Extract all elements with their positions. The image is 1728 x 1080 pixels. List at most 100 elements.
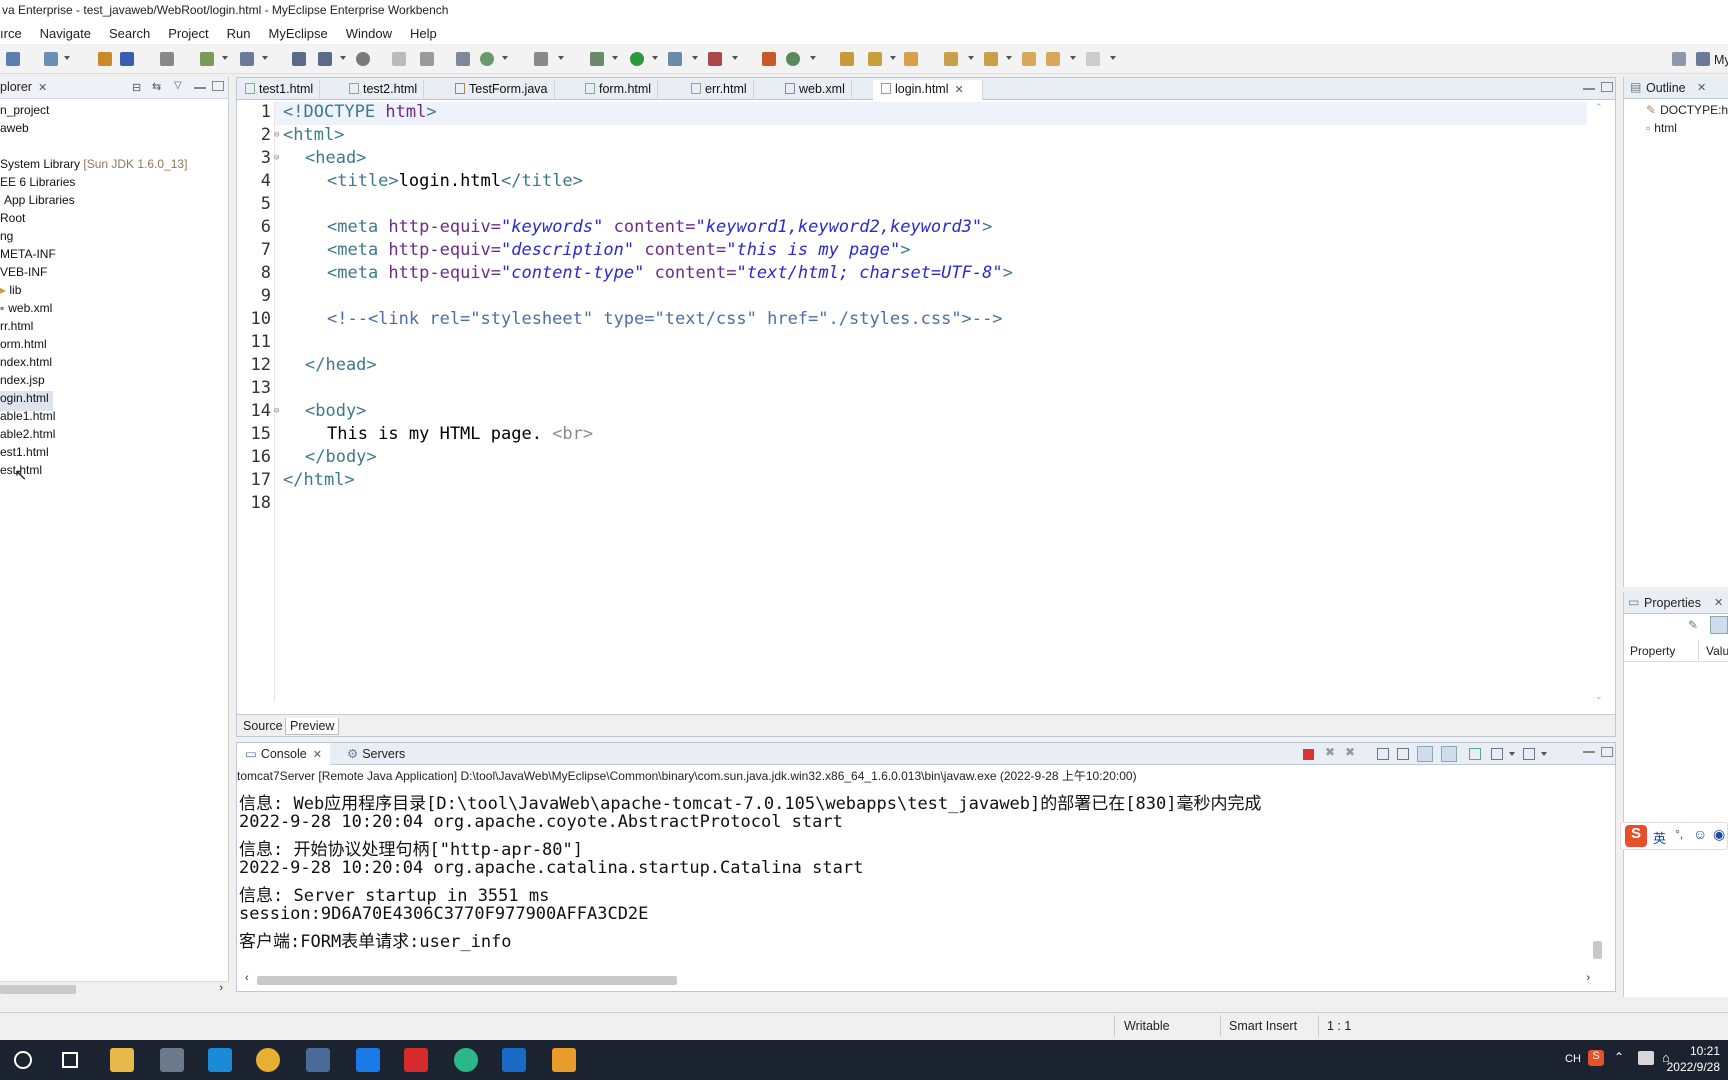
open-type-icon[interactable]	[292, 52, 306, 66]
scroll-right-icon[interactable]: ›	[219, 982, 223, 994]
new-class-icon[interactable]	[786, 52, 800, 66]
menu-source[interactable]: ırce	[0, 26, 31, 41]
search-icon[interactable]	[14, 1051, 32, 1069]
tab-web-xml[interactable]: web.xml	[777, 80, 852, 100]
tray-clock[interactable]: 10:21 2022/9/28	[1667, 1043, 1720, 1075]
forward-dropdown-icon[interactable]	[1110, 56, 1116, 60]
show-on-error-icon[interactable]	[1441, 746, 1457, 762]
open-perspective-icon[interactable]	[1672, 52, 1686, 66]
menu-project[interactable]: Project	[159, 26, 217, 41]
outline-item[interactable]: ✎ DOCTYPE:h	[1646, 103, 1728, 117]
image-icon[interactable]	[456, 52, 470, 66]
tree-item[interactable]: n_project	[0, 103, 49, 123]
tray-battery-icon[interactable]	[1638, 1051, 1654, 1065]
tree-item[interactable]: able1.html	[0, 409, 55, 429]
search-icon[interactable]	[868, 52, 882, 66]
menu-help[interactable]: Help	[401, 26, 446, 41]
menu-run[interactable]: Run	[218, 26, 260, 41]
task-view-icon[interactable]	[62, 1052, 78, 1068]
tab-servers[interactable]: ⚙ Servers	[347, 746, 405, 761]
remove-all-icon[interactable]: ✖	[1345, 745, 1355, 759]
explorer-tab[interactable]: plorer ✕	[0, 80, 47, 94]
sogou-icon[interactable]: S	[1625, 825, 1647, 847]
external-tools-icon[interactable]	[708, 52, 722, 66]
scrollbar-thumb[interactable]	[1593, 941, 1602, 959]
wps-icon[interactable]	[404, 1048, 428, 1072]
new-class-dropdown-icon[interactable]	[810, 56, 816, 60]
external-tools-dropdown-icon[interactable]	[732, 56, 738, 60]
search-dropdown-icon[interactable]	[890, 56, 896, 60]
myeclipse-icon[interactable]	[306, 1048, 330, 1072]
tree-item[interactable]: Root	[0, 211, 25, 231]
new-icon[interactable]	[44, 52, 58, 66]
code-editor[interactable]: 1 <!DOCTYPE html> 2 ⊖ <html> 3 ⊖ <head> 4 <tit…	[237, 102, 1587, 702]
editor-vertical-scrollbar[interactable]: ⌃ ⌄	[1593, 102, 1607, 702]
property-column-header[interactable]: Property	[1630, 644, 1675, 658]
prev-annotation-icon[interactable]	[984, 52, 998, 66]
run-icon[interactable]	[630, 52, 644, 66]
categories-icon[interactable]	[1710, 616, 1728, 634]
menu-search[interactable]: Search	[100, 26, 159, 41]
myeclipse-perspective-icon[interactable]	[1696, 52, 1710, 66]
tree-item[interactable]: ndex.jsp	[0, 373, 45, 393]
link-editor-icon[interactable]: ⇆	[152, 80, 161, 93]
calculator-icon[interactable]	[160, 1048, 184, 1072]
open-console-dropdown-icon[interactable]	[1541, 752, 1547, 756]
tree-item[interactable]: App Libraries	[4, 193, 75, 213]
perspective-label[interactable]: My	[1714, 53, 1728, 67]
scroll-left-icon[interactable]: ‹	[245, 972, 249, 984]
maximize-icon[interactable]	[1601, 82, 1613, 92]
tree-item[interactable]: ▸ lib	[0, 283, 21, 303]
view-menu-icon[interactable]: ▽	[174, 80, 182, 91]
explorer-horizontal-scrollbar[interactable]: ›	[0, 981, 229, 997]
tree-item[interactable]: rr.html	[0, 319, 33, 339]
microphone-icon[interactable]: ◉	[1713, 826, 1725, 843]
chrome-icon[interactable]	[256, 1048, 280, 1072]
tree-item[interactable]: ▪ web.xml	[0, 301, 52, 321]
run-server-dropdown-icon[interactable]	[262, 56, 268, 60]
prev-annotation-dropdown-icon[interactable]	[1006, 56, 1012, 60]
last-edit-icon[interactable]	[1022, 52, 1036, 66]
maximize-icon[interactable]	[1601, 747, 1613, 757]
tab-login-html[interactable]: login.html ✕	[873, 80, 983, 100]
editor-horizontal-scrollbar[interactable]	[277, 700, 1577, 714]
tab-source[interactable]: Source	[239, 718, 287, 734]
close-tab-icon[interactable]: ✕	[955, 84, 964, 96]
ime-toolbar[interactable]: S 英 °, ☺ ◉	[1620, 822, 1728, 850]
clear-console-icon[interactable]	[1377, 748, 1389, 760]
app-s-icon[interactable]	[208, 1048, 232, 1072]
box-app-icon[interactable]	[552, 1048, 576, 1072]
tab-testform-java[interactable]: TestForm.java	[447, 80, 555, 100]
tree-item[interactable]: est1.html	[0, 445, 49, 465]
tab-preview[interactable]: Preview	[285, 718, 340, 735]
back-icon[interactable]	[1046, 52, 1060, 66]
close-icon[interactable]: ✕	[1697, 81, 1706, 94]
value-column-header[interactable]: Valu	[1706, 644, 1728, 658]
collapse-all-icon[interactable]: ⊟	[132, 81, 141, 94]
close-icon[interactable]: ✕	[38, 82, 47, 94]
browser-dropdown-icon[interactable]	[502, 56, 508, 60]
next-annotation-dropdown-icon[interactable]	[968, 56, 974, 60]
tree-item[interactable]: System Library [Sun JDK 1.6.0_13]	[0, 157, 187, 177]
outline-title[interactable]: Outline	[1646, 81, 1686, 95]
tab-console[interactable]: ▭ Console ✕	[237, 743, 330, 765]
tree-item[interactable]: ndex.html	[0, 355, 52, 375]
terminate-icon[interactable]	[1303, 749, 1314, 760]
annotation-icon[interactable]	[904, 52, 918, 66]
debug-dropdown-icon[interactable]	[612, 56, 618, 60]
display-console-icon[interactable]	[1491, 748, 1503, 760]
tree-item[interactable]: EE 6 Libraries	[0, 175, 75, 195]
close-icon[interactable]: ✕	[1714, 596, 1723, 609]
new-java-project-icon[interactable]	[762, 52, 776, 66]
emoji-icon[interactable]: ☺	[1693, 826, 1707, 842]
minimize-icon[interactable]	[1583, 751, 1595, 753]
tree-item[interactable]: able2.html	[0, 427, 55, 447]
tray-input-language[interactable]: CH	[1565, 1053, 1581, 1065]
package-icon[interactable]	[98, 52, 112, 66]
scrollbar-thumb[interactable]	[0, 985, 76, 994]
debug-icon[interactable]	[590, 52, 604, 66]
tree-item[interactable]: ng	[0, 229, 13, 249]
tab-test1-html[interactable]: test1.html	[237, 80, 321, 100]
chat-app-icon[interactable]	[454, 1048, 478, 1072]
open-dropdown-icon[interactable]	[340, 56, 346, 60]
